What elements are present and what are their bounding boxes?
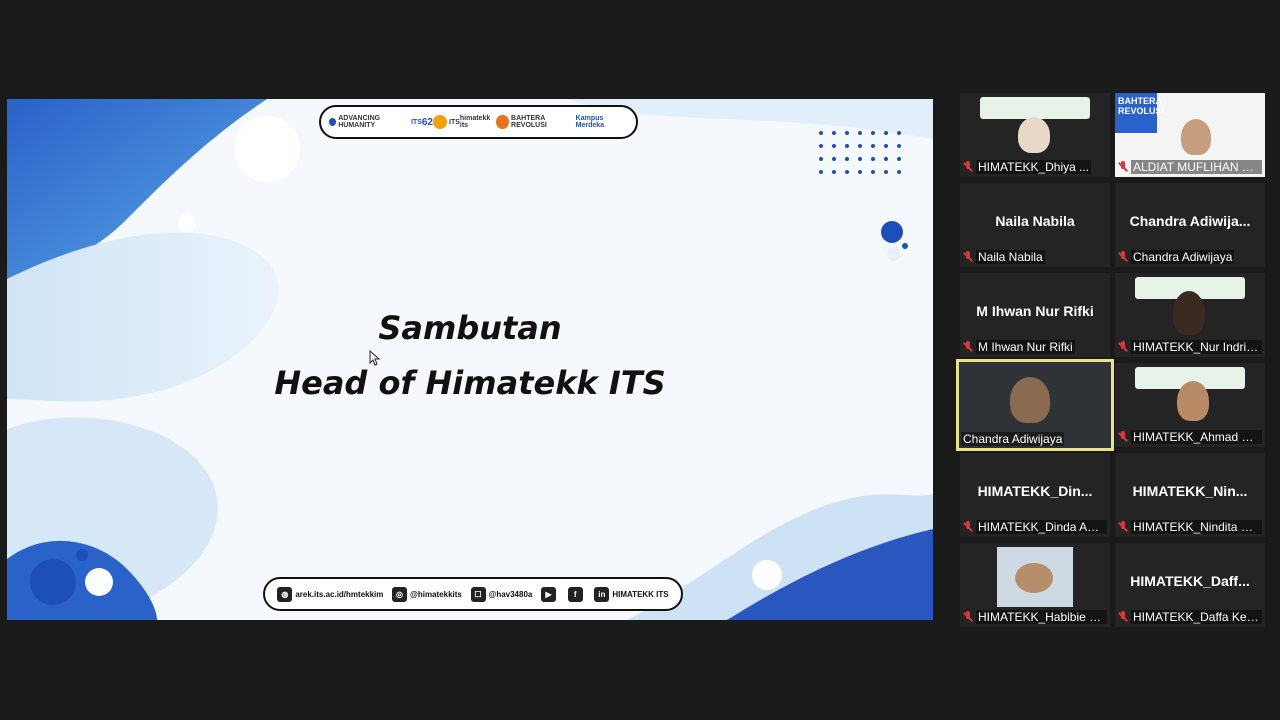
participant-label: HIMATEKK_Habibie d...	[963, 608, 1107, 625]
footer-website: ◍ arek.its.ac.id/hmtekkim	[277, 586, 383, 602]
youtube-icon: ▶	[541, 586, 557, 602]
mic-muted-icon	[963, 610, 973, 623]
participant-name: M Ihwan Nur Rifki	[976, 303, 1094, 319]
mic-muted-icon	[1118, 160, 1128, 173]
participant-video	[1177, 381, 1209, 421]
mic-muted-icon	[1118, 340, 1128, 353]
participant-tile[interactable]: HIMATEKK_Nin... HIMATEKK_Nindita W...	[1115, 453, 1265, 537]
mic-muted-icon	[1118, 250, 1128, 263]
mic-muted-icon	[1118, 520, 1128, 533]
participant-label: HIMATEKK_Nindita W...	[1118, 518, 1262, 535]
participant-tile-active-speaker[interactable]: Chandra Adiwijaya	[956, 359, 1114, 451]
participant-video	[997, 547, 1073, 607]
participant-tile[interactable]: HIMATEKK_Nur Indria...	[1115, 273, 1265, 357]
participant-tile[interactable]: Chandra Adiwija... Chandra Adiwijaya	[1115, 183, 1265, 267]
footer-linkedin: in HIMATEKK ITS	[594, 586, 669, 602]
mic-muted-icon	[963, 250, 973, 263]
participant-name: Chandra Adiwija...	[1129, 213, 1251, 229]
line-icon: ☐	[470, 586, 486, 602]
footer-instagram: ◎ @himatekkits	[392, 586, 462, 602]
instagram-icon: ◎	[392, 586, 408, 602]
participant-tile[interactable]: HIMATEKK_Daff... HIMATEKK_Daffa Kevi...	[1115, 543, 1265, 627]
participant-label: HIMATEKK_Ahmad Ch...	[1118, 428, 1262, 445]
footer-youtube: ▶	[541, 586, 559, 602]
logo-advancing-humanity: ADVANCING HUMANITY	[329, 115, 411, 129]
participant-label: Chandra Adiwijaya	[1118, 248, 1262, 265]
mic-muted-icon	[963, 340, 973, 353]
logo-bahtera-revolusi: BAHTERA REVOLUSI	[496, 115, 575, 129]
participant-video	[1018, 117, 1050, 153]
dot-grid-decoration	[819, 131, 901, 174]
logo-its-orange: ITS	[433, 115, 460, 129]
mic-muted-icon	[1118, 610, 1128, 623]
participant-label: Chandra Adiwijaya	[961, 431, 1065, 446]
participant-label: M Ihwan Nur Rifki	[963, 338, 1107, 355]
participant-tile[interactable]: BAHTERA REVOLUSI ALDIAT MUFLIHAN TS...	[1115, 93, 1265, 177]
shared-screen: ADVANCING HUMANITY ITS 62 ITS himatekk i…	[7, 99, 933, 620]
participant-video	[1181, 119, 1211, 155]
participant-label: HIMATEKK_Nur Indria...	[1118, 338, 1262, 355]
participant-label: HIMATEKK_Daffa Kevi...	[1118, 608, 1262, 625]
participant-label: Naila Nabila	[963, 248, 1107, 265]
participant-name: HIMATEKK_Nin...	[1132, 483, 1248, 499]
logo-himatekk: himatekk its	[459, 115, 491, 129]
social-footer: ◍ arek.its.ac.id/hmtekkim ◎ @himatekkits ☐…	[263, 577, 683, 611]
linkedin-icon: in	[594, 586, 610, 602]
participant-name: Naila Nabila	[995, 213, 1075, 229]
mouse-cursor-icon	[369, 350, 381, 366]
slide-title-line2: Head of Himatekk ITS	[274, 364, 666, 402]
participant-tile[interactable]: M Ihwan Nur Rifki M Ihwan Nur Rifki	[960, 273, 1110, 357]
logo-kampus-merdeka: Kampus Merdeka	[575, 115, 605, 129]
slide-title-line1: Sambutan	[378, 309, 562, 347]
participant-tile[interactable]: HIMATEKK_Din... HIMATEKK_Dinda Am...	[960, 453, 1110, 537]
globe-icon: ◍	[277, 586, 293, 602]
participant-video	[1010, 377, 1050, 423]
facebook-icon: f	[567, 586, 583, 602]
logo-bar: ADVANCING HUMANITY ITS 62 ITS himatekk i…	[319, 105, 638, 139]
participant-tile[interactable]: Naila Nabila Naila Nabila	[960, 183, 1110, 267]
footer-facebook: f	[567, 586, 586, 602]
logo-its: ITS	[410, 118, 422, 126]
mic-muted-icon	[1118, 430, 1128, 443]
participant-label: HIMATEKK_Dinda Am...	[963, 518, 1107, 535]
slide-background	[7, 99, 933, 620]
mic-muted-icon	[963, 520, 973, 533]
video-background-banner: BAHTERA REVOLUSI	[1115, 93, 1164, 133]
participant-label: HIMATEKK_Dhiya ...	[963, 158, 1107, 175]
participant-label: ALDIAT MUFLIHAN TS...	[1118, 158, 1262, 175]
participant-tile[interactable]: HIMATEKK_Dhiya ...	[960, 93, 1110, 177]
video-background-slide	[980, 97, 1090, 119]
footer-line: ☐ @hav3480a	[470, 586, 532, 602]
participant-name: HIMATEKK_Daff...	[1130, 573, 1250, 589]
logo-62: 62	[421, 116, 433, 128]
participant-video	[1173, 291, 1205, 335]
mic-muted-icon	[963, 160, 973, 173]
participant-name: HIMATEKK_Din...	[977, 483, 1093, 499]
participant-tile[interactable]: HIMATEKK_Habibie d...	[960, 543, 1110, 627]
participant-tile[interactable]: HIMATEKK_Ahmad Ch...	[1115, 363, 1265, 447]
